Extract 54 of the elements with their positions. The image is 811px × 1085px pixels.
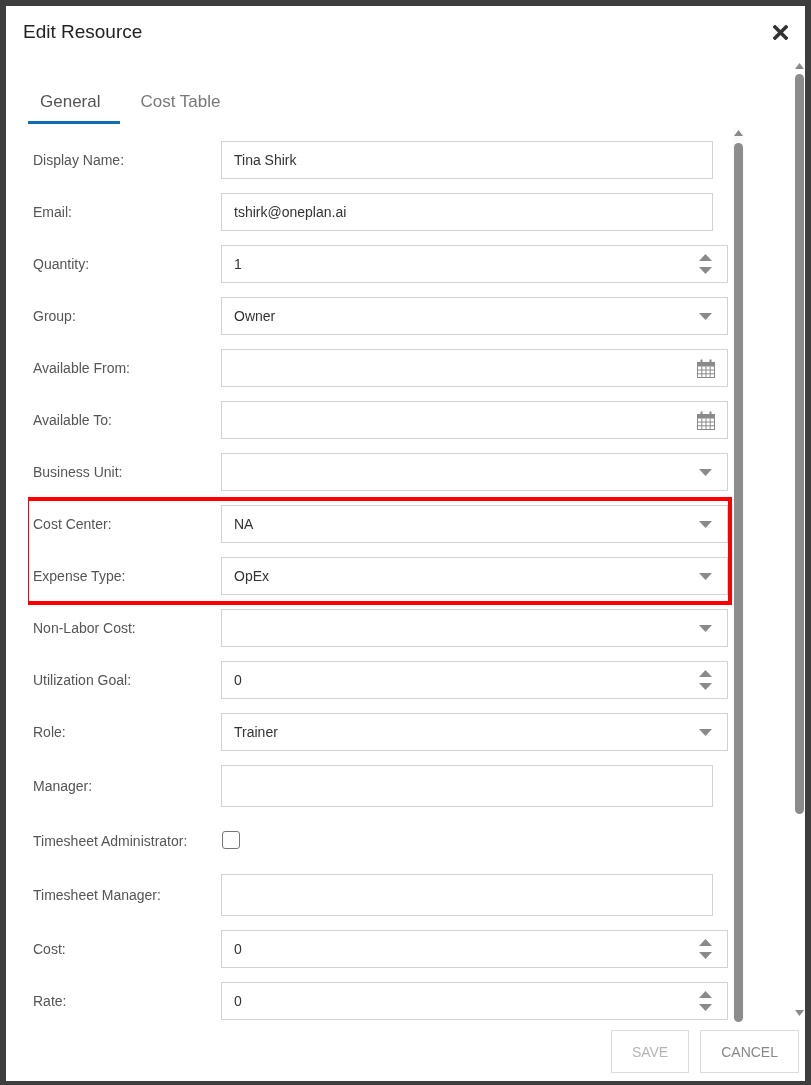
spinner-arrows-icon[interactable]	[699, 939, 712, 959]
field-label: Group:	[33, 308, 77, 324]
caret-down-icon[interactable]	[699, 572, 712, 580]
field-label: Role:	[33, 724, 67, 740]
caret-down-icon[interactable]	[699, 624, 712, 632]
text-field[interactable]: Tina Shirk	[221, 141, 713, 179]
field-label: Timesheet Manager:	[33, 887, 162, 903]
tab[interactable]: Cost Table	[120, 82, 241, 124]
caret-down-icon[interactable]	[699, 312, 712, 320]
field-label: Available From:	[33, 360, 131, 376]
field-label: Cost Center:	[33, 516, 113, 532]
checkbox[interactable]	[222, 831, 240, 849]
dialog-title: Edit Resource	[23, 21, 143, 43]
date-field[interactable]	[221, 349, 728, 387]
field-label: Display Name:	[33, 152, 126, 168]
number-field[interactable]: 0	[221, 661, 728, 699]
spinner-arrows-icon[interactable]	[699, 991, 712, 1011]
spinner-arrows-icon[interactable]	[699, 670, 712, 690]
scrollbar-thumb[interactable]	[795, 74, 804, 814]
text-field[interactable]: tshirk@oneplan.ai	[221, 193, 713, 231]
dialog-button[interactable]: CANCEL	[700, 1030, 799, 1073]
field-label: Rate:	[33, 993, 68, 1009]
text-field[interactable]	[221, 765, 713, 807]
field-label: Timesheet Administrator:	[33, 832, 189, 849]
scrollbar-thumb[interactable]	[734, 143, 743, 1022]
field-label: Manager:	[33, 778, 94, 794]
dropdown[interactable]: Owner	[221, 297, 728, 335]
scroll-up-icon[interactable]	[795, 63, 804, 69]
caret-down-icon[interactable]	[699, 520, 712, 528]
field-label: Non-Labor Cost:	[33, 620, 137, 636]
scroll-down-icon[interactable]	[795, 1010, 804, 1016]
calendar-icon[interactable]	[696, 358, 716, 378]
field-label: Email:	[33, 204, 73, 220]
date-field[interactable]	[221, 401, 728, 439]
field-label: Available To:	[33, 412, 113, 428]
number-field[interactable]: 1	[221, 245, 728, 283]
caret-down-icon[interactable]	[699, 468, 712, 476]
caret-down-icon[interactable]	[699, 728, 712, 736]
field-label: Cost:	[33, 941, 67, 957]
dropdown[interactable]: Trainer	[221, 713, 728, 751]
field-label: Expense Type:	[33, 568, 127, 584]
scroll-up-icon[interactable]	[734, 130, 743, 136]
field-label: Business Unit:	[33, 464, 124, 480]
tab[interactable]: General	[28, 82, 121, 124]
text-field[interactable]	[221, 874, 713, 916]
dropdown[interactable]: NA	[221, 505, 728, 543]
number-field[interactable]: 0	[221, 982, 728, 1020]
field-label: Quantity:	[33, 256, 91, 272]
number-field[interactable]: 0	[221, 930, 728, 968]
field-label: Utilization Goal:	[33, 672, 133, 688]
close-button[interactable]	[773, 24, 788, 40]
dropdown[interactable]: OpEx	[221, 557, 728, 595]
spinner-arrows-icon[interactable]	[699, 254, 712, 274]
calendar-icon[interactable]	[696, 410, 716, 430]
